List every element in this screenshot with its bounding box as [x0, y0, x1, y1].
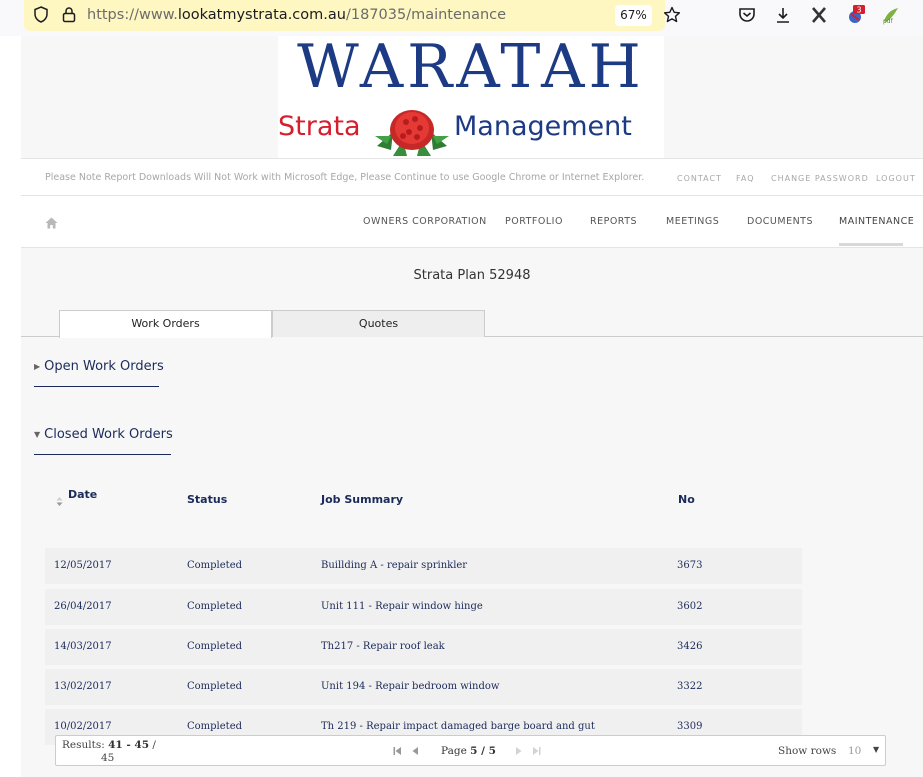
first-page-icon[interactable] [393, 746, 402, 756]
cell-date: 14/03/2017 [54, 641, 112, 652]
url-path: /187035/maintenance [345, 7, 507, 23]
cell-job-summary: Th 219 - Repair impact damaged barge boa… [321, 721, 595, 732]
bookmark-star-icon[interactable] [663, 6, 681, 24]
nav-meetings[interactable]: MEETINGS [666, 216, 719, 227]
contact-link[interactable]: CONTACT [677, 174, 722, 183]
extension-badge-count: 3 [856, 6, 861, 15]
cell-job-summary: Buillding A - repair sprinkler [321, 560, 468, 571]
column-header-job-summary[interactable]: Job Summary [321, 493, 403, 506]
waratah-logo[interactable]: WARATAH Strata Management [278, 32, 664, 158]
sort-icon[interactable] [56, 497, 63, 506]
waratah-flower-icon [375, 110, 449, 156]
pocket-icon[interactable] [737, 5, 757, 25]
results-total: 45 [101, 752, 115, 764]
lock-icon[interactable] [62, 6, 76, 23]
page-indicator: Page 5 / 5 [441, 745, 496, 757]
url-prefix: https://www. [87, 7, 178, 23]
page-value: 5 / 5 [470, 745, 496, 757]
cell-no: 3602 [677, 601, 703, 612]
nav-maintenance[interactable]: MAINTENANCE [839, 216, 914, 227]
main-nav: OWNERS CORPORATION PORTFOLIO REPORTS MEE… [21, 196, 923, 248]
cell-date: 13/02/2017 [54, 681, 112, 692]
results-range: 41 - 45 [108, 739, 150, 751]
column-header-date[interactable]: Date [68, 488, 97, 501]
svg-text:pdf: pdf [883, 18, 894, 25]
tab-work-orders[interactable]: Work Orders [59, 310, 272, 338]
nav-portfolio[interactable]: PORTFOLIO [505, 216, 563, 227]
pdf-extension-icon[interactable]: pdf [881, 5, 901, 25]
browser-notice: Please Note Report Downloads Will Not Wo… [45, 172, 645, 183]
nav-owners-corporation[interactable]: OWNERS CORPORATION [363, 216, 487, 227]
cell-status: Completed [187, 681, 243, 692]
last-page-icon[interactable] [532, 746, 541, 756]
shield-icon[interactable] [34, 6, 48, 23]
cell-status: Completed [187, 560, 243, 571]
cell-no: 3309 [677, 721, 703, 732]
logo-strata-text: Strata [278, 111, 361, 142]
cell-status: Completed [187, 601, 243, 612]
x-extension-icon[interactable] [809, 5, 829, 25]
maintenance-content: Strata Plan 52948 Work Orders Quotes ▶ Op… [21, 248, 923, 777]
closed-work-orders-title: Closed Work Orders [44, 427, 173, 442]
cell-job-summary: Unit 111 - Repair window hinge [321, 601, 483, 612]
page-label: Page [441, 745, 467, 757]
cell-no: 3322 [677, 681, 703, 692]
active-nav-underline [839, 243, 903, 246]
cell-job-summary: Th217 - Repair roof leak [321, 641, 445, 652]
logout-link[interactable]: LOGOUT [876, 174, 916, 183]
plan-title: Strata Plan 52948 [413, 268, 531, 283]
cell-no: 3673 [677, 560, 703, 571]
next-page-icon[interactable] [514, 746, 523, 756]
pagination-bar: Results: 41 - 45 / 45 Page 5 / 5 Show ro… [55, 735, 886, 766]
browser-toolbar: https://www.lookatmystrata.com.au/187035… [0, 0, 923, 36]
rows-per-page-select[interactable]: 10 [848, 745, 861, 757]
show-rows-label: Show rows [778, 745, 837, 757]
faq-link[interactable]: FAQ [736, 174, 755, 183]
table-row[interactable]: 12/05/2017 Completed Buillding A - repai… [45, 548, 802, 584]
cell-date: 10/02/2017 [54, 721, 112, 732]
nav-reports[interactable]: REPORTS [590, 216, 637, 227]
cell-date: 12/05/2017 [54, 560, 112, 571]
cell-no: 3426 [677, 641, 703, 652]
column-header-no[interactable]: No [678, 493, 695, 506]
section-divider [34, 454, 171, 455]
results-label: Results: [62, 739, 105, 751]
cell-status: Completed [187, 721, 243, 732]
change-password-link[interactable]: CHANGE PASSWORD [771, 174, 869, 183]
section-divider [34, 386, 159, 387]
cell-job-summary: Unit 194 - Repair bedroom window [321, 681, 500, 692]
nav-documents[interactable]: DOCUMENTS [747, 216, 813, 227]
url-domain: lookatmystrata.com.au [177, 7, 346, 23]
extension-badge-icon[interactable]: 3 [845, 5, 865, 25]
download-icon[interactable] [773, 5, 793, 25]
results-slash: / [152, 739, 156, 751]
logo-title: WARATAH [297, 32, 645, 102]
closed-work-orders-toggle[interactable]: ▼ Closed Work Orders [34, 427, 173, 442]
caret-right-icon: ▶ [34, 362, 41, 371]
url-text[interactable]: https://www.lookatmystrata.com.au/187035… [87, 7, 506, 23]
page: WARATAH Strata Management Please Note Re… [21, 32, 923, 777]
open-work-orders-toggle[interactable]: ▶ Open Work Orders [34, 359, 164, 374]
tab-quotes[interactable]: Quotes [272, 310, 485, 337]
caret-down-icon: ▼ [34, 430, 41, 439]
column-header-status[interactable]: Status [187, 493, 227, 506]
previous-page-icon[interactable] [411, 746, 420, 756]
table-row[interactable]: 26/04/2017 Completed Unit 111 - Repair w… [45, 589, 802, 625]
notice-bar: Please Note Report Downloads Will Not Wo… [21, 158, 923, 196]
cell-date: 26/04/2017 [54, 601, 112, 612]
address-bar[interactable]: https://www.lookatmystrata.com.au/187035… [24, 0, 681, 31]
chevron-down-icon[interactable]: ▼ [873, 745, 879, 754]
table-row[interactable]: 13/02/2017 Completed Unit 194 - Repair b… [45, 669, 802, 705]
header-banner: WARATAH Strata Management [21, 32, 923, 158]
zoom-indicator[interactable]: 67% [615, 5, 652, 26]
tab-bar: Work Orders Quotes [21, 310, 923, 338]
table-row[interactable]: 14/03/2017 Completed Th217 - Repair roof… [45, 629, 802, 665]
logo-management-text: Management [454, 111, 632, 142]
cell-status: Completed [187, 641, 243, 652]
home-icon[interactable] [45, 217, 58, 229]
results-summary: Results: 41 - 45 / 45 [62, 739, 156, 765]
open-work-orders-title: Open Work Orders [44, 359, 164, 374]
